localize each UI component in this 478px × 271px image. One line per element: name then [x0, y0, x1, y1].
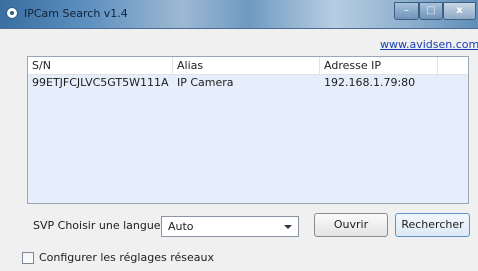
column-header-ip-address[interactable]: Adresse IP — [320, 57, 438, 74]
column-header-sn[interactable]: S/N — [28, 57, 173, 74]
camera-app-icon — [6, 7, 18, 19]
language-select[interactable]: Auto — [161, 216, 299, 237]
maximize-button[interactable]: □ — [419, 2, 443, 20]
cell-ip-address: 192.168.1.79:80 — [324, 76, 416, 89]
window-title: IPCam Search v1.4 — [24, 7, 128, 20]
search-button[interactable]: Rechercher — [395, 213, 470, 237]
camera-list[interactable]: S/N Alias Adresse IP 99ETJFCJLVC5GT5W111… — [27, 56, 469, 204]
list-header: S/N Alias Adresse IP — [28, 57, 468, 75]
table-row[interactable]: 99ETJFCJLVC5GT5W111A IP Camera 192.168.1… — [28, 75, 468, 91]
network-settings-label[interactable]: Configurer les réglages réseaux — [39, 251, 214, 264]
column-header-empty[interactable] — [438, 57, 468, 74]
language-label: SVP Choisir une langue — [33, 219, 161, 232]
cell-alias: IP Camera — [177, 76, 234, 89]
language-select-value: Auto — [168, 220, 194, 233]
minimize-button[interactable]: – — [394, 2, 419, 20]
title-bar[interactable]: IPCam Search v1.4 – □ x — [0, 0, 478, 29]
network-settings-checkbox[interactable] — [22, 252, 34, 264]
chevron-down-icon[interactable] — [284, 225, 292, 229]
open-button[interactable]: Ouvrir — [314, 213, 388, 237]
list-body[interactable]: 99ETJFCJLVC5GT5W111A IP Camera 192.168.1… — [28, 75, 468, 203]
cell-sn: 99ETJFCJLVC5GT5W111A — [32, 76, 169, 89]
close-button[interactable]: x — [443, 2, 476, 20]
column-header-alias[interactable]: Alias — [173, 57, 320, 74]
avidsen-website-link[interactable]: www.avidsen.com — [380, 38, 478, 51]
